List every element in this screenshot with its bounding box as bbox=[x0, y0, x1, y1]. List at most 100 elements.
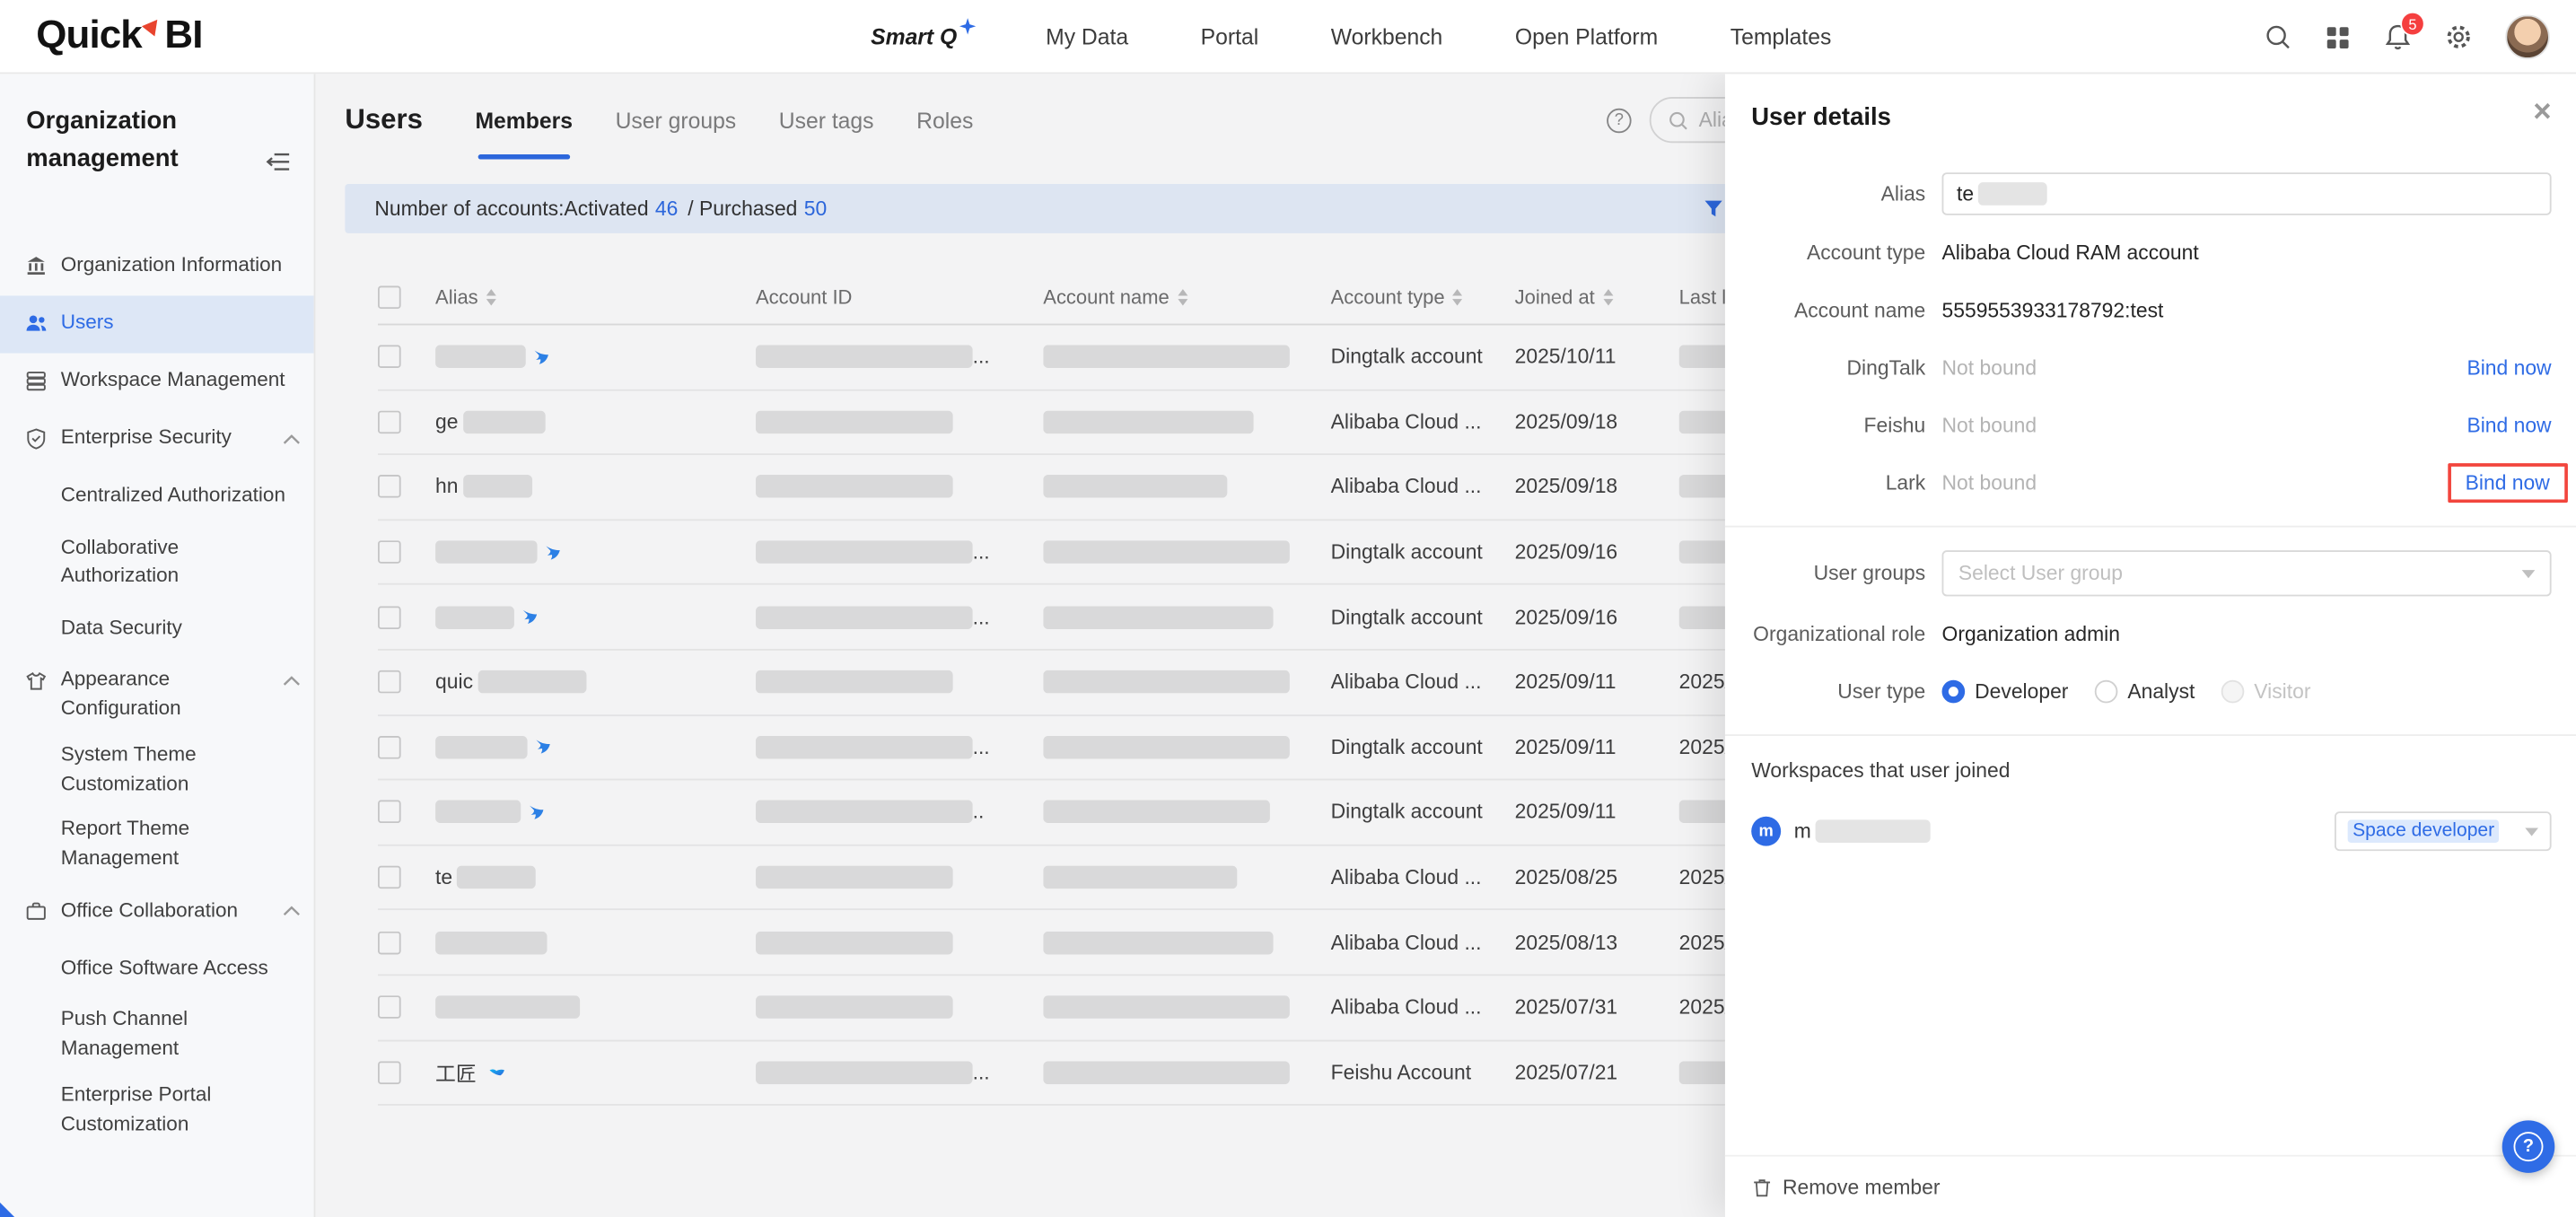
chevron-up-icon[interactable] bbox=[283, 676, 301, 687]
account-type: Alibaba Cloud ... bbox=[1330, 931, 1482, 954]
help-circle-icon[interactable]: ? bbox=[1607, 108, 1632, 134]
sidebar-item-enterprise-portal-customization[interactable]: Enterprise Portal Customization bbox=[0, 1073, 314, 1148]
sidebar-item-office-software-access[interactable]: Office Software Access bbox=[0, 940, 314, 997]
sidebar: Organization management Organization Inf… bbox=[0, 74, 316, 1217]
sidebar-item-enterprise-security[interactable]: Enterprise Security bbox=[0, 410, 314, 468]
alias-input[interactable]: te bbox=[1941, 172, 2552, 215]
radio-analyst[interactable]: Analyst bbox=[2094, 679, 2195, 704]
apps-grid-icon[interactable] bbox=[2325, 24, 2351, 50]
row-checkbox[interactable] bbox=[377, 345, 401, 369]
question-mark-icon: ? bbox=[2513, 1132, 2544, 1162]
redacted-account-id bbox=[755, 735, 973, 759]
account-type: Dingtalk account bbox=[1330, 345, 1483, 369]
sort-icon[interactable] bbox=[1452, 288, 1463, 305]
sidebar-item-centralized-authorization[interactable]: Centralized Authorization bbox=[0, 468, 314, 525]
sort-icon[interactable] bbox=[1177, 288, 1187, 305]
lark-status: Not bound bbox=[1941, 471, 2037, 495]
remove-member-button[interactable]: Remove member bbox=[1783, 1176, 1940, 1199]
select-all-checkbox[interactable] bbox=[377, 285, 401, 309]
search-icon[interactable] bbox=[2264, 23, 2291, 51]
redacted-alias bbox=[478, 670, 587, 694]
row-checkbox[interactable] bbox=[377, 410, 401, 434]
row-checkbox[interactable] bbox=[377, 540, 401, 564]
workspace-role-select[interactable]: Space developer bbox=[2334, 811, 2552, 852]
account-type-value: Alibaba Cloud RAM account bbox=[1941, 241, 2199, 265]
row-checkbox[interactable] bbox=[377, 735, 401, 759]
lark-bind-now-link[interactable]: Bind now bbox=[2447, 463, 2568, 503]
tab-roles[interactable]: Roles bbox=[916, 101, 973, 139]
user-type-label: User type bbox=[1837, 679, 1926, 704]
quick-bi-logo[interactable]: Quick BI bbox=[36, 14, 203, 56]
filter-funnel-icon[interactable] bbox=[1702, 197, 1725, 225]
row-checkbox[interactable] bbox=[377, 931, 401, 954]
row-checkbox[interactable] bbox=[377, 475, 401, 499]
notifications-bell-icon[interactable]: 5 bbox=[2384, 11, 2425, 51]
nav-portal[interactable]: Portal bbox=[1201, 24, 1259, 48]
sidebar-item-push-channel-management[interactable]: Push Channel Management bbox=[0, 997, 314, 1073]
feishu-bind-now-link[interactable]: Bind now bbox=[2466, 414, 2551, 437]
nav-workbench[interactable]: Workbench bbox=[1331, 24, 1443, 48]
tab-members[interactable]: Members bbox=[475, 101, 573, 159]
workspace-name: m bbox=[1794, 819, 1932, 843]
redacted-account-name bbox=[1043, 475, 1228, 499]
account-type: Dingtalk account bbox=[1330, 605, 1483, 629]
help-button[interactable]: ? bbox=[2502, 1120, 2555, 1173]
purchased-count[interactable]: 50 bbox=[804, 197, 827, 221]
redacted-account-id bbox=[755, 995, 953, 1020]
close-icon[interactable]: × bbox=[2533, 97, 2551, 128]
joined-at: 2025/08/13 bbox=[1514, 931, 1618, 954]
lark-bind-row: Lark Not bound Bind now bbox=[1751, 463, 2568, 503]
tab-user-groups[interactable]: User groups bbox=[616, 101, 737, 139]
nav-open-platform[interactable]: Open Platform bbox=[1515, 24, 1658, 48]
sidebar-item-data-security[interactable]: Data Security bbox=[0, 600, 314, 657]
redacted-alias bbox=[435, 735, 528, 759]
nav-my-data[interactable]: My Data bbox=[1046, 24, 1128, 48]
row-checkbox[interactable] bbox=[377, 801, 401, 824]
divider bbox=[1724, 525, 2576, 528]
redacted-account-id bbox=[755, 670, 953, 694]
sidebar-item-users[interactable]: Users bbox=[0, 294, 314, 353]
settings-gear-icon[interactable] bbox=[2445, 23, 2473, 51]
chevron-up-icon[interactable] bbox=[283, 433, 301, 444]
sidebar-item-appearance-configuration[interactable]: Appearance Configuration bbox=[0, 657, 314, 732]
user-groups-label: User groups bbox=[1813, 561, 1926, 585]
joined-at: 2025/09/11 bbox=[1514, 801, 1617, 824]
sidebar-item-system-theme-customization[interactable]: System Theme Customization bbox=[0, 732, 314, 808]
nav-templates[interactable]: Templates bbox=[1730, 24, 1832, 48]
workspace-stack-icon bbox=[24, 370, 48, 393]
account-name-label: Account name bbox=[1793, 299, 1926, 322]
sort-icon[interactable] bbox=[1602, 288, 1613, 305]
user-avatar[interactable] bbox=[2505, 14, 2550, 59]
row-checkbox[interactable] bbox=[377, 1061, 401, 1084]
row-checkbox[interactable] bbox=[377, 865, 401, 889]
sort-icon[interactable] bbox=[486, 288, 496, 305]
row-checkbox[interactable] bbox=[377, 605, 401, 629]
dingtalk-icon bbox=[544, 543, 562, 561]
sidebar-item-report-theme-management[interactable]: Report Theme Management bbox=[0, 808, 314, 883]
sidebar-item-organization-information[interactable]: Organization Information bbox=[0, 237, 314, 294]
row-checkbox[interactable] bbox=[377, 995, 401, 1020]
redacted-account-name bbox=[1043, 670, 1290, 694]
notification-badge: 5 bbox=[2400, 11, 2425, 37]
account-name-row: Account name 5559553933178792:test bbox=[1751, 291, 2551, 330]
account-type: Alibaba Cloud ... bbox=[1330, 475, 1482, 499]
sidebar-item-collaborative-authorization[interactable]: Collaborative Authorization bbox=[0, 525, 314, 600]
accounts-info-prefix: Number of accounts:Activated bbox=[374, 197, 649, 221]
chevron-up-icon[interactable] bbox=[283, 906, 301, 917]
radio-visitor: Visitor bbox=[2221, 679, 2310, 704]
radio-developer[interactable]: Developer bbox=[1941, 679, 2068, 704]
row-checkbox[interactable] bbox=[377, 670, 401, 694]
activated-count[interactable]: 46 bbox=[655, 197, 678, 221]
sidebar-item-office-collaboration[interactable]: Office Collaboration bbox=[0, 882, 314, 940]
drawer-title: User details bbox=[1751, 102, 1891, 131]
nav-smart-q[interactable]: Smart Q bbox=[871, 18, 976, 49]
user-groups-select[interactable]: Select User group bbox=[1941, 550, 2552, 597]
tab-user-tags[interactable]: User tags bbox=[779, 101, 874, 139]
col-account-name: Account name bbox=[1043, 285, 1170, 309]
dingtalk-bind-now-link[interactable]: Bind now bbox=[2466, 356, 2551, 380]
sidebar-title: Organization management bbox=[0, 97, 314, 237]
sidebar-collapse-icon[interactable] bbox=[266, 110, 291, 184]
sidebar-item-workspace-management[interactable]: Workspace Management bbox=[0, 353, 314, 410]
redacted-account-name bbox=[1043, 931, 1274, 954]
user-details-drawer: User details × Alias te Account type Ali… bbox=[1724, 74, 2576, 1217]
